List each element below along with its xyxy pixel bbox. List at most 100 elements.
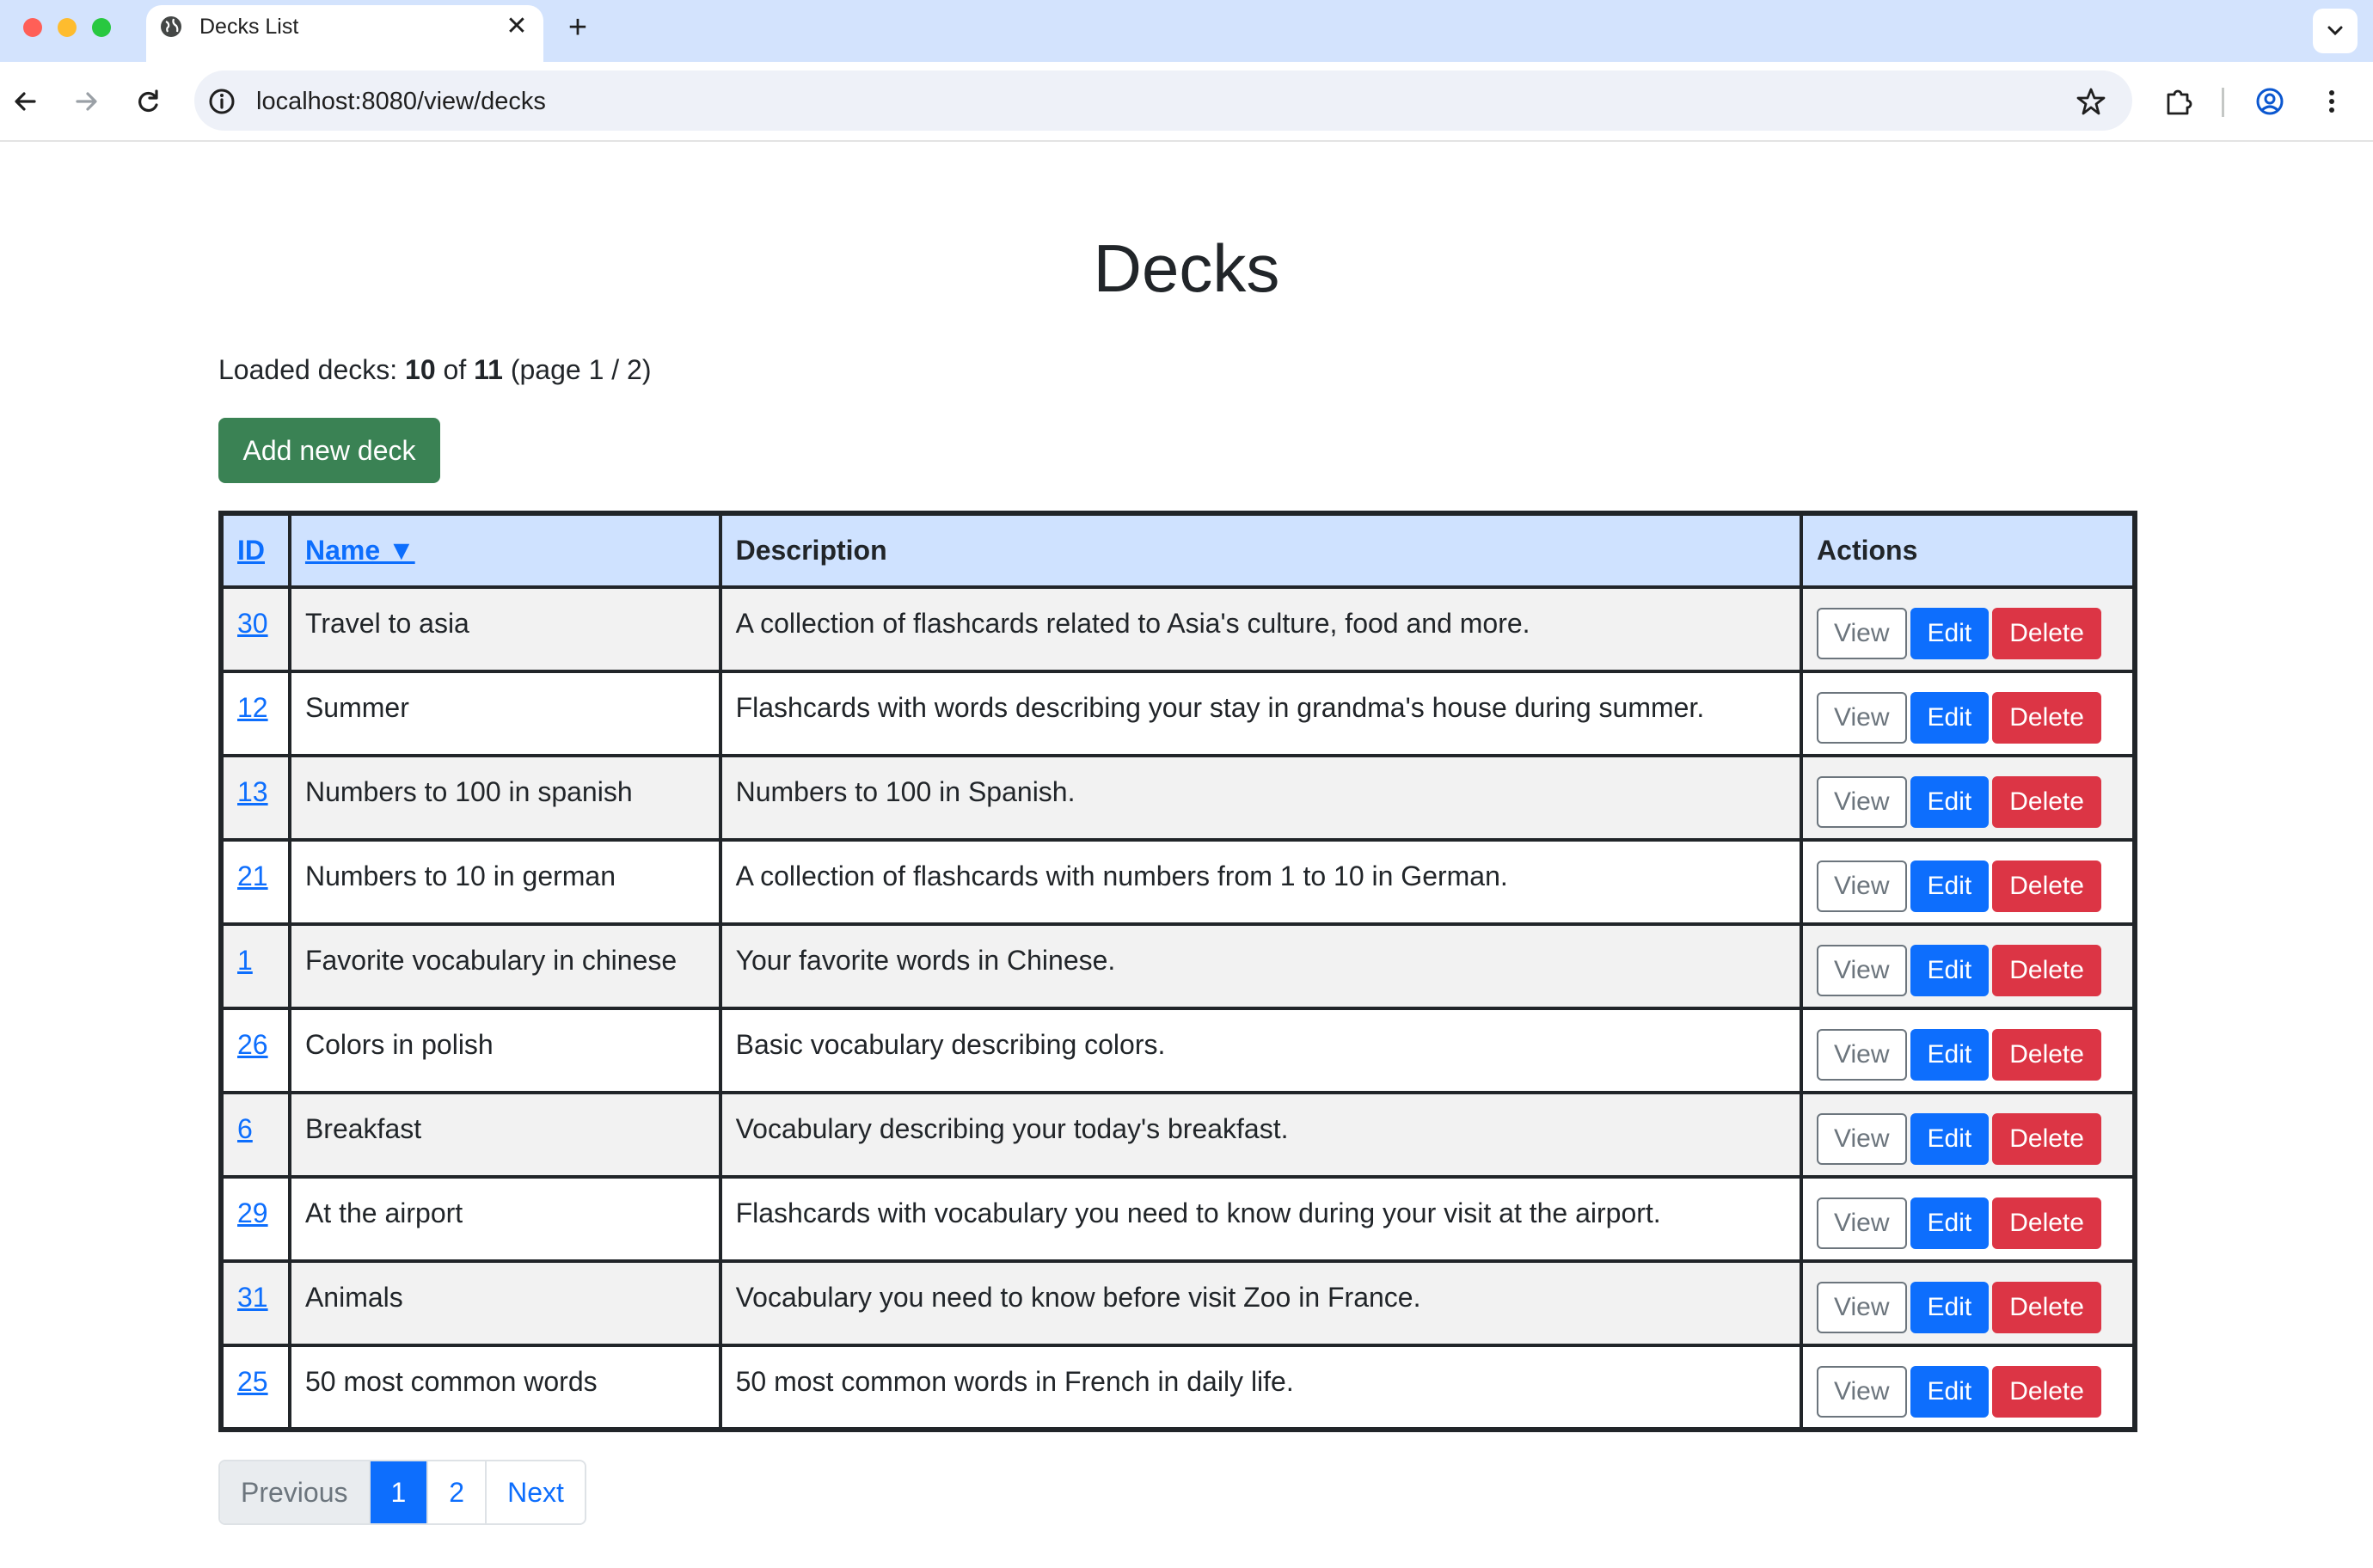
edit-deck-button[interactable]: Edit: [1910, 692, 1990, 744]
loaded-page: (page 1 / 2): [502, 354, 652, 385]
deck-id-link[interactable]: 13: [237, 776, 268, 807]
reload-icon[interactable]: [129, 83, 167, 120]
toolbar-divider: [2222, 88, 2224, 117]
extensions-puzzle-icon[interactable]: [2160, 83, 2198, 120]
view-deck-button[interactable]: View: [1817, 608, 1907, 659]
decks-table: ID Name ▼ Description Actions 30 Travel t…: [218, 511, 2137, 1432]
sort-by-id-link[interactable]: ID: [237, 535, 265, 566]
sort-by-name-link[interactable]: Name ▼: [305, 535, 415, 566]
delete-deck-button[interactable]: Delete: [1992, 608, 2101, 659]
header-id: ID: [219, 511, 291, 589]
window-maximize-dot[interactable]: [92, 18, 111, 37]
edit-deck-button[interactable]: Edit: [1910, 945, 1990, 996]
delete-deck-button[interactable]: Delete: [1992, 945, 2101, 996]
cell-id: 31: [219, 1259, 291, 1347]
loaded-of: of: [435, 354, 475, 385]
table-row: 13 Numbers to 100 in spanish Numbers to 10…: [219, 754, 2137, 842]
edit-deck-button[interactable]: Edit: [1910, 861, 1990, 912]
deck-id-link[interactable]: 12: [237, 692, 268, 723]
deck-id-link[interactable]: 21: [237, 861, 268, 891]
pagination: Previous 1 2 Next: [218, 1460, 586, 1525]
delete-deck-button[interactable]: Delete: [1992, 1029, 2101, 1081]
next-page-button[interactable]: Next: [487, 1461, 585, 1523]
page-1-button[interactable]: 1: [370, 1461, 429, 1523]
view-deck-button[interactable]: View: [1817, 861, 1907, 912]
cell-name: 50 most common words: [287, 1344, 722, 1431]
edit-deck-button[interactable]: Edit: [1910, 1029, 1990, 1081]
new-tab-icon[interactable]: +: [561, 10, 595, 45]
table-row: 21 Numbers to 10 in german A collection of…: [219, 838, 2137, 926]
deck-id-link[interactable]: 31: [237, 1282, 268, 1313]
tab-search-button[interactable]: [2313, 9, 2358, 53]
cell-actions: View Edit Delete: [1800, 1175, 2137, 1263]
deck-id-link[interactable]: 30: [237, 608, 268, 639]
cell-description: Flashcards with vocabulary you need to k…: [718, 1175, 1804, 1263]
chevron-down-icon: [2327, 26, 2343, 36]
window-close-dot[interactable]: [23, 18, 42, 37]
cell-name: At the airport: [287, 1175, 722, 1263]
delete-deck-button[interactable]: Delete: [1992, 861, 2101, 912]
table-row: 6 Breakfast Vocabulary describing your tod…: [219, 1091, 2137, 1179]
cell-description: 50 most common words in French in daily …: [718, 1344, 1804, 1431]
cell-name: Numbers to 100 in spanish: [287, 754, 722, 842]
loaded-count: 10: [405, 354, 436, 385]
view-deck-button[interactable]: View: [1817, 945, 1907, 996]
edit-deck-button[interactable]: Edit: [1910, 608, 1990, 659]
close-tab-icon[interactable]: ✕: [502, 12, 531, 41]
cell-id: 29: [219, 1175, 291, 1263]
cell-actions: View Edit Delete: [1800, 670, 2137, 757]
cell-id: 1: [219, 922, 291, 1010]
delete-deck-button[interactable]: Delete: [1992, 1197, 2101, 1249]
view-deck-button[interactable]: View: [1817, 1029, 1907, 1081]
deck-id-link[interactable]: 1: [237, 945, 253, 976]
previous-page-button[interactable]: Previous: [220, 1461, 371, 1523]
edit-deck-button[interactable]: Edit: [1910, 1282, 1990, 1333]
cell-id: 26: [219, 1007, 291, 1094]
view-deck-button[interactable]: View: [1817, 1197, 1907, 1249]
deck-id-link[interactable]: 25: [237, 1366, 268, 1397]
edit-deck-button[interactable]: Edit: [1910, 1113, 1990, 1165]
profile-icon[interactable]: [2251, 83, 2289, 120]
cell-id: 25: [219, 1344, 291, 1431]
edit-deck-button[interactable]: Edit: [1910, 1197, 1990, 1249]
cell-description: Numbers to 100 in Spanish.: [718, 754, 1804, 842]
view-deck-button[interactable]: View: [1817, 1113, 1907, 1165]
cell-name: Travel to asia: [287, 585, 722, 673]
url-text[interactable]: localhost:8080/view/decks: [256, 87, 546, 116]
cell-id: 12: [219, 670, 291, 757]
cell-id: 30: [219, 585, 291, 673]
view-deck-button[interactable]: View: [1817, 692, 1907, 744]
add-new-deck-button[interactable]: Add new deck: [218, 418, 440, 483]
deck-id-link[interactable]: 6: [237, 1113, 253, 1144]
cell-actions: View Edit Delete: [1800, 838, 2137, 926]
forward-arrow-icon[interactable]: [67, 83, 105, 120]
delete-deck-button[interactable]: Delete: [1992, 1366, 2101, 1418]
bookmark-star-icon[interactable]: [2072, 83, 2110, 120]
delete-deck-button[interactable]: Delete: [1992, 1282, 2101, 1333]
back-arrow-icon[interactable]: [7, 83, 45, 120]
deck-id-link[interactable]: 26: [237, 1029, 268, 1060]
page-2-button[interactable]: 2: [428, 1461, 487, 1523]
more-menu-icon[interactable]: [2313, 83, 2351, 120]
deck-id-link[interactable]: 29: [237, 1197, 268, 1228]
delete-deck-button[interactable]: Delete: [1992, 776, 2101, 828]
cell-name: Favorite vocabulary in chinese: [287, 922, 722, 1010]
table-row: 25 50 most common words 50 most common wor…: [219, 1344, 2137, 1431]
table-row: 26 Colors in polish Basic vocabulary descr…: [219, 1007, 2137, 1094]
cell-id: 6: [219, 1091, 291, 1179]
site-info-icon[interactable]: [203, 83, 241, 120]
view-deck-button[interactable]: View: [1817, 1366, 1907, 1418]
table-row: 30 Travel to asia A collection of flashcar…: [219, 585, 2137, 673]
delete-deck-button[interactable]: Delete: [1992, 692, 2101, 744]
table-row: 1 Favorite vocabulary in chinese Your favo…: [219, 922, 2137, 1010]
edit-deck-button[interactable]: Edit: [1910, 776, 1990, 828]
loaded-decks-summary: Loaded decks: 10 of 11 (page 1 / 2): [218, 352, 651, 387]
edit-deck-button[interactable]: Edit: [1910, 1366, 1990, 1418]
window-minimize-dot[interactable]: [58, 18, 77, 37]
view-deck-button[interactable]: View: [1817, 776, 1907, 828]
table-row: 29 At the airport Flashcards with vocabula…: [219, 1175, 2137, 1263]
table-row: 31 Animals Vocabulary you need to know bef…: [219, 1259, 2137, 1347]
cell-description: Flashcards with words describing your st…: [718, 670, 1804, 757]
delete-deck-button[interactable]: Delete: [1992, 1113, 2101, 1165]
view-deck-button[interactable]: View: [1817, 1282, 1907, 1333]
